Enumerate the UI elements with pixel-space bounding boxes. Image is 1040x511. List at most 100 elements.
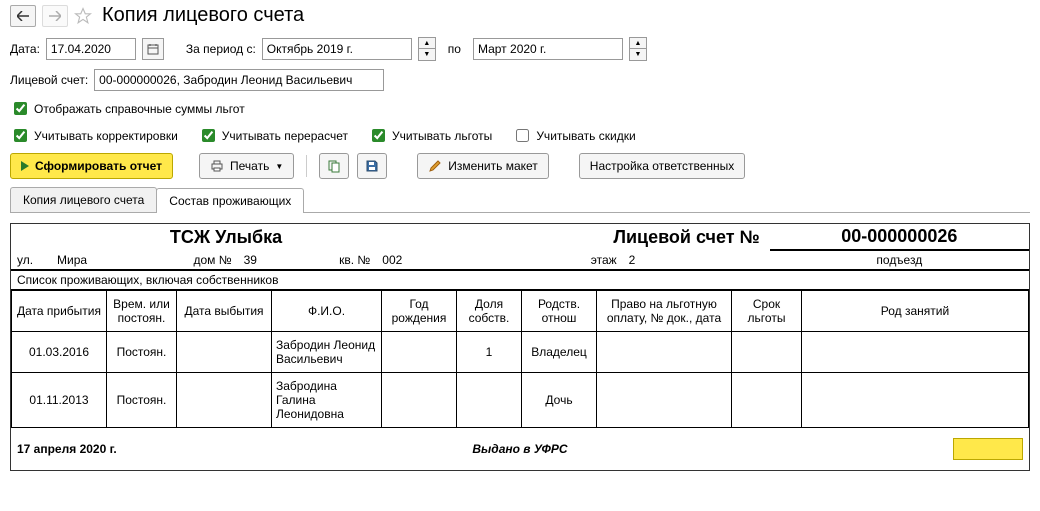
cell-benefit_right — [597, 332, 732, 373]
tab-account-copy[interactable]: Копия лицевого счета — [10, 187, 157, 212]
spin-up-icon[interactable]: ▲ — [630, 38, 646, 49]
col-fio: Ф.И.О. — [272, 291, 382, 332]
checkbox-input[interactable] — [14, 102, 27, 115]
checkbox-input[interactable] — [372, 129, 385, 142]
apt-label: кв. № — [289, 250, 376, 270]
table-row[interactable]: 01.11.2013Постоян. Забродина Галина Леони… — [12, 373, 1029, 428]
button-label: Изменить макет — [448, 159, 538, 173]
print-button[interactable]: Печать ▼ — [199, 153, 294, 179]
col-benefit-right: Право на льгот­ную оплату, № док., дата — [597, 291, 732, 332]
date-calendar-button[interactable] — [142, 38, 164, 60]
generate-report-button[interactable]: Сформировать отчет — [10, 153, 173, 179]
org-name: ТСЖ Улыбка — [11, 224, 441, 250]
checkbox-input[interactable] — [516, 129, 529, 142]
cell-birth_year — [382, 373, 457, 428]
cell-benefit_term — [732, 332, 802, 373]
list-title: Список проживающих, включая собственнико… — [11, 270, 1029, 290]
street-label: ул. — [11, 250, 51, 270]
checkbox-discounts[interactable]: Учитывать скидки — [512, 126, 635, 145]
button-label: Сформировать отчет — [35, 159, 162, 173]
checkbox-benefits[interactable]: Учитывать льготы — [368, 126, 492, 145]
dropdown-caret-icon: ▼ — [275, 162, 283, 171]
checkbox-label: Учитывать скидки — [536, 129, 635, 143]
entrance-label: подъезд — [770, 250, 1029, 270]
checkbox-label: Учитывать корректировки — [34, 129, 178, 143]
spin-down-icon[interactable]: ▼ — [630, 49, 646, 60]
house-value: 39 — [238, 250, 289, 270]
table-row[interactable]: 01.03.2016Постоян. Забродин Леонид Василь… — [12, 332, 1029, 373]
col-departure: Дата выбытия — [177, 291, 272, 332]
cell-occupation — [802, 373, 1029, 428]
floppy-icon — [365, 159, 379, 173]
cell-fio: Забродин Леонид Васильевич — [272, 332, 382, 373]
col-birth-year: Год рождения — [382, 291, 457, 332]
cell-departure — [177, 332, 272, 373]
tab-residents[interactable]: Состав проживающих — [156, 188, 304, 213]
save-button[interactable] — [357, 153, 387, 179]
copy-icon — [327, 159, 341, 173]
arrow-left-icon — [17, 11, 29, 21]
report-area: ТСЖ Улыбка Лицевой счет № 00-000000026 у… — [10, 223, 1030, 471]
col-share: Доля собств. — [457, 291, 522, 332]
date-label: Дата: — [10, 42, 40, 56]
cell-share: 1 — [457, 332, 522, 373]
cell-departure — [177, 373, 272, 428]
cell-occupation — [802, 332, 1029, 373]
cell-temp: Постоян. — [107, 332, 177, 373]
checkbox-adjustments[interactable]: Учитывать корректировки — [10, 126, 178, 145]
account-title: Лицевой счет № — [441, 224, 770, 250]
responsible-settings-button[interactable]: Настройка ответственных — [579, 153, 745, 179]
account-field[interactable]: 00-000000026, Забродин Леонид Васильевич — [94, 69, 384, 91]
checkbox-show-benefit-sums[interactable]: Отображать справочные суммы льгот — [10, 99, 245, 118]
cell-birth_year — [382, 332, 457, 373]
cell-temp: Постоян. — [107, 373, 177, 428]
cell-benefit_right — [597, 373, 732, 428]
floor-label: этаж — [441, 250, 623, 270]
date-field[interactable]: 17.04.2020 — [46, 38, 136, 60]
account-label: Лицевой счет: — [10, 73, 88, 87]
period-to-field[interactable]: Март 2020 г. — [473, 38, 623, 60]
floor-value: 2 — [623, 250, 712, 270]
cell-fio: Забродина Галина Леонидовна — [272, 373, 382, 428]
cell-share — [457, 373, 522, 428]
checkbox-label: Отображать справочные суммы льгот — [34, 102, 245, 116]
footer-issued: Выдано в УФРС — [316, 428, 723, 470]
residents-table: Дата прибытия Врем. или постоян. Дата вы… — [11, 290, 1029, 428]
spin-down-icon[interactable]: ▼ — [419, 49, 435, 60]
period-to-label: по — [448, 42, 461, 56]
checkbox-label: Учитывать льготы — [392, 129, 492, 143]
street-value: Мира — [51, 250, 136, 270]
period-to-spinner[interactable]: ▲ ▼ — [629, 37, 647, 61]
cell-arrival: 01.11.2013 — [12, 373, 107, 428]
page-title: Копия лицевого счета — [102, 4, 304, 27]
checkbox-input[interactable] — [202, 129, 215, 142]
printer-icon — [210, 160, 224, 172]
footer-date: 17 апреля 2020 г. — [11, 428, 316, 470]
play-icon — [21, 161, 29, 171]
col-temp: Врем. или постоян. — [107, 291, 177, 332]
copy-button[interactable] — [319, 153, 349, 179]
separator — [306, 155, 307, 177]
period-from-field[interactable]: Октябрь 2019 г. — [262, 38, 412, 60]
nav-forward-button[interactable] — [42, 5, 68, 27]
checkbox-input[interactable] — [14, 129, 27, 142]
cell-benefit_term — [732, 373, 802, 428]
col-benefit-term: Срок льготы — [732, 291, 802, 332]
nav-back-button[interactable] — [10, 5, 36, 27]
house-label: дом № — [136, 250, 237, 270]
checkbox-recalculation[interactable]: Учитывать перерасчет — [198, 126, 348, 145]
cell-relation: Владелец — [522, 332, 597, 373]
button-label: Печать — [230, 159, 269, 173]
col-arrival: Дата прибытия — [12, 291, 107, 332]
account-number: 00-000000026 — [770, 224, 1029, 250]
period-from-label: За период с: — [186, 42, 256, 56]
spin-up-icon[interactable]: ▲ — [419, 38, 435, 49]
calendar-icon — [147, 43, 159, 55]
period-from-spinner[interactable]: ▲ ▼ — [418, 37, 436, 61]
change-layout-button[interactable]: Изменить макет — [417, 153, 549, 179]
cell-arrival: 01.03.2016 — [12, 332, 107, 373]
cell-relation: Дочь — [522, 373, 597, 428]
checkbox-label: Учитывать перерасчет — [222, 129, 348, 143]
footer-highlight-box — [953, 438, 1023, 460]
favorite-star-icon[interactable] — [74, 7, 92, 25]
